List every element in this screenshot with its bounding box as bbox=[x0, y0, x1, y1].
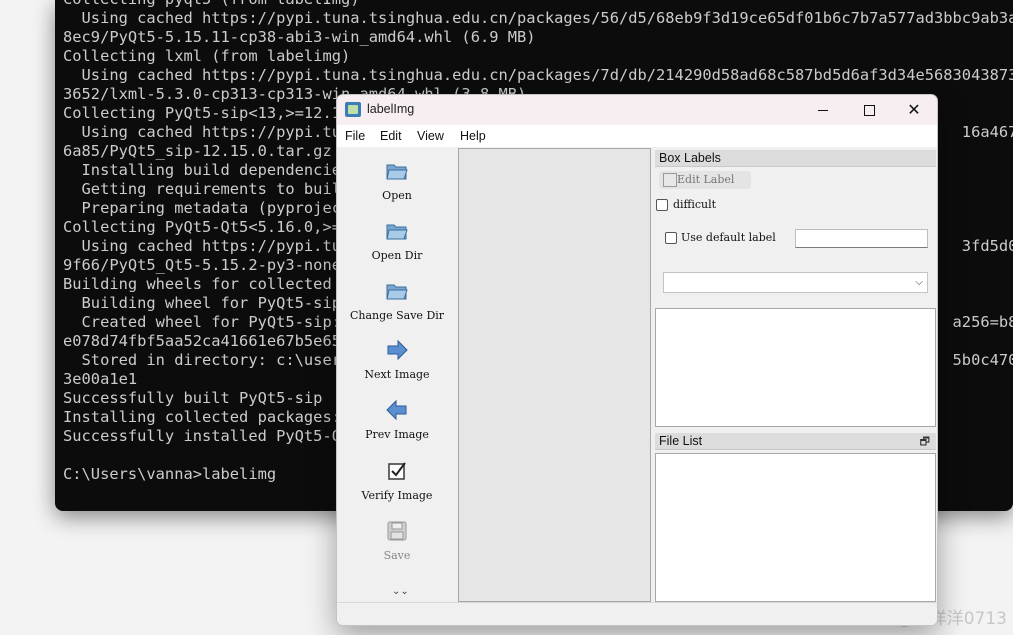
terminal-line: Using cached https://pypi.tuna.tsinghua.… bbox=[63, 9, 1013, 27]
edit-label-button[interactable]: Edit Label bbox=[659, 171, 751, 189]
app-icon bbox=[345, 102, 361, 117]
minimize-button[interactable] bbox=[800, 95, 846, 125]
box-labels-header: Box Labels bbox=[655, 150, 936, 167]
menu-help[interactable]: Help bbox=[460, 129, 486, 143]
difficult-label: difficult bbox=[673, 198, 717, 211]
menu-edit[interactable]: Edit bbox=[380, 129, 402, 143]
file-list-header: File List 🗗 bbox=[655, 433, 936, 450]
prev-image-button[interactable]: Prev Image bbox=[337, 398, 457, 454]
save-disk-icon bbox=[387, 521, 407, 541]
default-label-input[interactable] bbox=[795, 229, 928, 248]
toolbar-overflow-icon[interactable]: ⌄⌄ bbox=[392, 586, 409, 597]
edit-icon bbox=[663, 173, 677, 187]
use-default-label-checkbox[interactable] bbox=[665, 232, 677, 244]
verify-image-button[interactable]: Verify Image bbox=[337, 459, 457, 515]
terminal-line: Collecting pyqt5 (from labelImg) bbox=[63, 0, 1013, 9]
folder-open-icon bbox=[386, 224, 408, 240]
maximize-button[interactable] bbox=[846, 95, 892, 125]
terminal-line: Collecting lxml (from labelimg) bbox=[63, 47, 351, 65]
window-title: labelImg bbox=[367, 102, 415, 116]
chevron-down-icon: ⌵ bbox=[915, 277, 923, 288]
menu-bar: File Edit View Help bbox=[337, 125, 937, 147]
change-save-dir-button[interactable]: Change Save Dir bbox=[337, 279, 457, 335]
close-button[interactable]: ✕ bbox=[891, 95, 937, 125]
title-bar[interactable]: labelImg ✕ bbox=[337, 95, 937, 125]
label-list[interactable] bbox=[655, 308, 936, 427]
labelimg-window: labelImg ✕ File Edit View Help Open Open… bbox=[336, 94, 938, 626]
float-panel-icon[interactable]: 🗗 bbox=[920, 433, 930, 452]
terminal-line: 8ec9/PyQt5-5.15.11-cp38-abi3-win_amd64.w… bbox=[63, 28, 536, 46]
menu-view[interactable]: View bbox=[417, 129, 444, 143]
terminal-line: Using cached https://pypi.tuna.tsinghua.… bbox=[63, 66, 1013, 84]
label-combobox[interactable]: ⌵ bbox=[663, 272, 928, 293]
save-button[interactable]: Save bbox=[337, 519, 457, 575]
difficult-checkbox[interactable] bbox=[656, 199, 668, 211]
arrow-left-icon bbox=[386, 399, 407, 421]
checkbox-checked-icon bbox=[388, 462, 406, 480]
next-image-button[interactable]: Next Image bbox=[337, 338, 457, 394]
open-button[interactable]: Open bbox=[337, 159, 457, 215]
open-dir-button[interactable]: Open Dir bbox=[337, 219, 457, 275]
maximize-icon bbox=[863, 104, 875, 116]
toolbar: Open Open Dir Change Save Dir Next Image… bbox=[337, 148, 457, 602]
folder-open-icon bbox=[386, 164, 408, 180]
file-list[interactable] bbox=[655, 453, 936, 602]
status-bar bbox=[337, 602, 937, 625]
minimize-icon bbox=[818, 109, 828, 111]
menu-file[interactable]: File bbox=[345, 129, 365, 143]
folder-open-icon bbox=[386, 284, 408, 300]
use-default-label-label: Use default label bbox=[681, 231, 776, 244]
image-canvas[interactable] bbox=[458, 148, 651, 602]
arrow-right-icon bbox=[387, 339, 408, 361]
close-icon: ✕ bbox=[907, 102, 921, 119]
